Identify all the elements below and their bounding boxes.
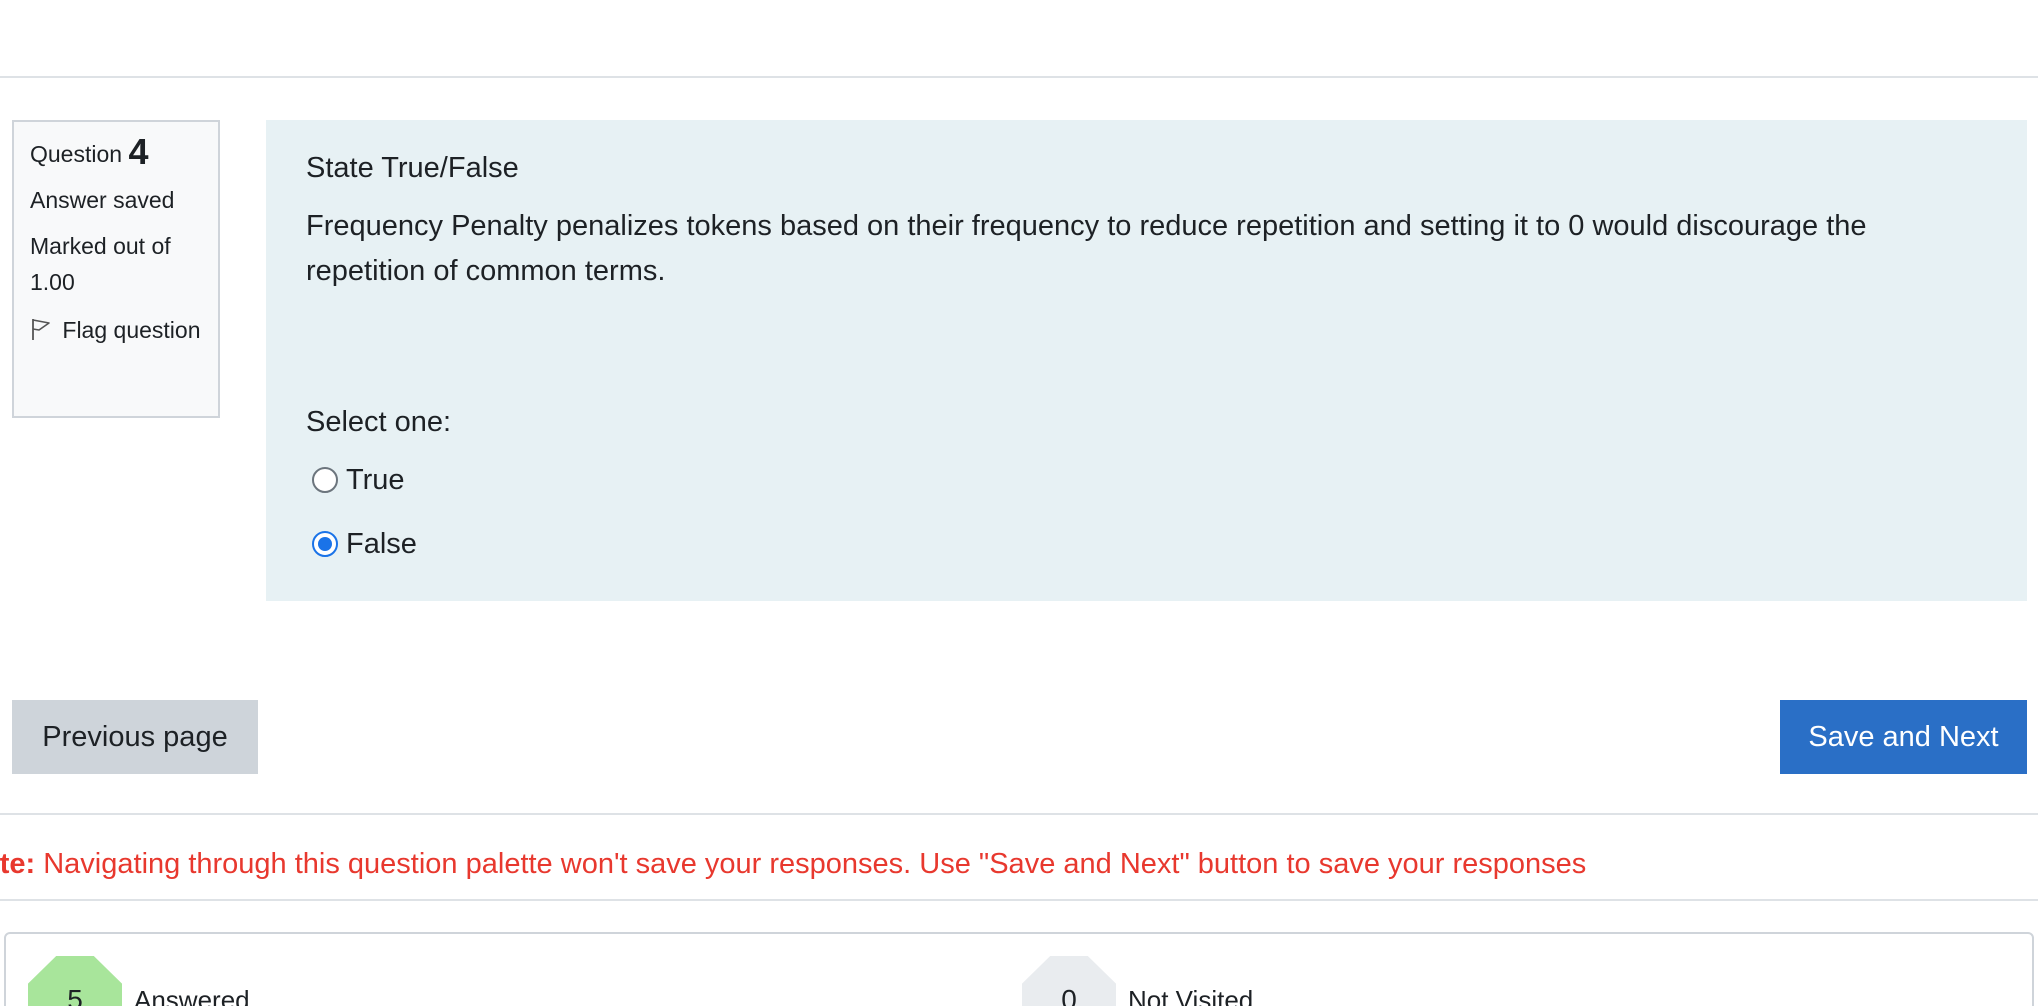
flag-icon: [30, 317, 62, 343]
flag-question-label: Flag question: [62, 317, 201, 343]
legend-not-visited: 0 Not Visited: [1022, 956, 1253, 1006]
answer-label-false: False: [346, 528, 417, 560]
radio-false[interactable]: [312, 531, 338, 557]
question-status-legend: 5 Answered 0 Not Visited: [4, 932, 2034, 1006]
question-state: Answer saved: [30, 187, 175, 213]
legend-answered: 5 Answered: [28, 956, 250, 1006]
answer-option-true[interactable]: True: [306, 454, 1987, 506]
previous-page-button[interactable]: Previous page: [12, 700, 258, 774]
divider: [0, 899, 2038, 901]
not-visited-label: Not Visited: [1128, 985, 1254, 1006]
select-one-prompt: Select one:: [306, 406, 452, 438]
question-content: State True/False Frequency Penalty penal…: [266, 120, 2027, 601]
quiz-page: Question 4 Answer saved Marked out of 1.…: [0, 0, 2038, 1006]
note-prefix: ote:: [0, 848, 36, 880]
question-text: Frequency Penalty penalizes tokens based…: [306, 210, 1867, 287]
divider: [0, 813, 2038, 815]
answered-count-badge: 5: [28, 956, 122, 1006]
question-marks: Marked out of 1.00: [30, 233, 171, 295]
not-visited-count-badge: 0: [1022, 956, 1116, 1006]
palette-note: ote: Navigating through this question pa…: [0, 844, 1586, 884]
question-label: Question: [30, 141, 123, 167]
answered-label: Answered: [134, 985, 250, 1006]
answer-option-false[interactable]: False: [306, 518, 1987, 570]
question-number: 4: [128, 131, 149, 172]
flag-question-link[interactable]: Flag question: [30, 312, 202, 348]
question-number-heading: Question 4: [30, 134, 202, 172]
question-info-panel: Question 4 Answer saved Marked out of 1.…: [12, 120, 220, 418]
save-and-next-button[interactable]: Save and Next: [1780, 700, 2027, 774]
radio-true[interactable]: [312, 467, 338, 493]
header-divider: [0, 76, 2038, 78]
answer-label-true: True: [346, 464, 405, 496]
note-text: Navigating through this question palette…: [43, 848, 1587, 880]
question-type-label: State True/False: [306, 152, 519, 184]
